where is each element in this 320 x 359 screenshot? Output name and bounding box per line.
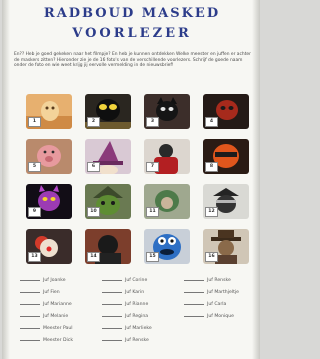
photo-6: 6 (85, 139, 131, 174)
name-label: Juf Renske (207, 278, 231, 283)
name-label: Juf Regina (125, 314, 149, 319)
name-entry: Juf Monique (184, 314, 234, 319)
photo-16: 16 (203, 229, 249, 264)
photo-number: 9 (28, 207, 41, 217)
page-shadow-left (2, 0, 10, 359)
photo-14: 14 (85, 229, 131, 264)
photo-number: 2 (87, 117, 100, 127)
photo-number: 4 (205, 117, 218, 127)
photo-15: 15 (144, 229, 190, 264)
name-entry: Juf Renske (102, 338, 149, 343)
photo-7: 7 (144, 139, 190, 174)
title-line-2: VOORLEZER (72, 26, 192, 41)
name-entry: Juf Karin (102, 290, 144, 295)
photo-number: 14 (87, 252, 100, 262)
name-entry: Juf Renske (184, 278, 231, 283)
name-entry: Juf Regina (102, 314, 148, 319)
worksheet-page: RADBOUD MASKED VOORLEZER En?? Heb je goe… (2, 0, 260, 359)
name-entry: Juf Joanke (20, 278, 66, 283)
photo-11: 11 (144, 184, 190, 219)
name-entry: Juf Rianne (102, 302, 148, 307)
photo-3: 3 (144, 94, 190, 129)
name-entry: Juf Marlieke (102, 326, 152, 331)
photo-number: 12 (205, 207, 218, 217)
name-label: Juf Carla (207, 302, 227, 307)
name-label: Juf Monique (207, 314, 234, 319)
photo-number: 1 (28, 117, 41, 127)
photo-number: 15 (146, 252, 159, 262)
name-label: Juf Rianne (125, 302, 149, 307)
name-label: Juf Marthjeltje (207, 290, 240, 295)
photo-2: 2 (85, 94, 131, 129)
name-entry: Meester Dick (20, 338, 73, 343)
photo-number: 10 (87, 207, 100, 217)
intro-paragraph: En?? Heb je goed gekeken naar het filmpj… (14, 52, 251, 69)
photo-1: 1 (26, 94, 72, 129)
name-entry: Juf Fien (20, 290, 60, 295)
name-label: Juf Melanie (43, 314, 69, 319)
name-entry: Juf Marthjeltje (184, 290, 239, 295)
photo-number: 6 (87, 162, 100, 172)
name-entry: Meester Paul (20, 326, 73, 331)
name-entry: Juf Melanie (20, 314, 68, 319)
photo-number: 16 (205, 252, 218, 262)
photo-4: 4 (203, 94, 249, 129)
photo-number: 8 (205, 162, 218, 172)
photo-number: 7 (146, 162, 159, 172)
name-label: Juf Karin (125, 290, 145, 295)
photo-12: 12 (203, 184, 249, 219)
photo-13: 13 (26, 229, 72, 264)
photo-number: 13 (28, 252, 41, 262)
name-label: Meester Dick (43, 338, 73, 343)
title-line-1: RADBOUD MASKED (43, 6, 221, 21)
name-entry: Juf Corine (102, 278, 147, 283)
name-label: Meester Paul (43, 326, 73, 331)
name-label: Juf Corine (125, 278, 148, 283)
photo-9: 9 (26, 184, 72, 219)
photo-10: 10 (85, 184, 131, 219)
name-entry: Juf Marianne (20, 302, 72, 307)
name-label: Juf Marlieke (125, 326, 152, 331)
name-label: Juf Joanke (43, 278, 66, 283)
photo-number: 3 (146, 117, 159, 127)
name-label: Juf Fien (43, 290, 60, 295)
photo-number: 5 (28, 162, 41, 172)
name-label: Juf Renske (125, 338, 149, 343)
name-entry: Juf Carla (184, 302, 226, 307)
photo-5: 5 (26, 139, 72, 174)
photo-number: 11 (146, 207, 159, 217)
photo-8: 8 (203, 139, 249, 174)
name-label: Juf Marianne (43, 302, 72, 307)
